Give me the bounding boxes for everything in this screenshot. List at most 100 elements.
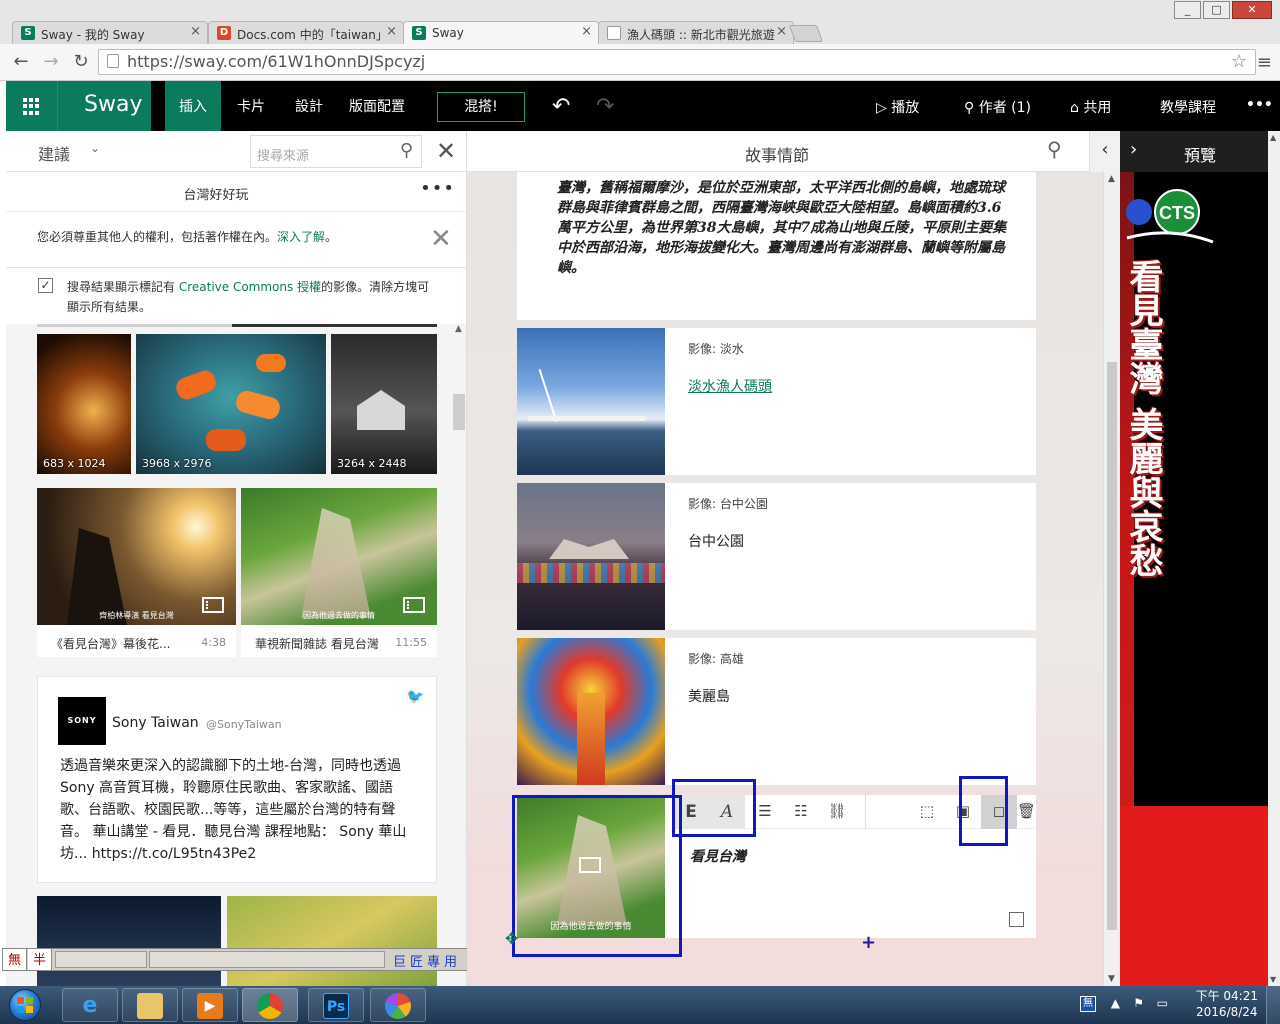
search-icon[interactable]: ⚲ (400, 140, 413, 161)
tray-arrow-icon[interactable]: ▲ (1111, 996, 1120, 1010)
share-button[interactable]: ⌂ 共用 (1070, 81, 1111, 131)
bulleted-list-icon[interactable]: ☰ (747, 795, 783, 829)
collapse-preview-icon[interactable]: ‹ (1089, 131, 1120, 172)
cc-link[interactable]: Creative Commons 授權 (179, 280, 321, 294)
card-checkbox[interactable] (1009, 912, 1024, 927)
scroll-down-icon[interactable]: ▼ (1108, 974, 1115, 984)
delete-icon[interactable]: 🗑 (1017, 795, 1036, 829)
crop-icon[interactable]: ▣ (945, 795, 981, 829)
tutorial-button[interactable]: 教學課程 (1160, 81, 1216, 131)
focus-point-icon[interactable]: ⬚ (909, 795, 945, 829)
url-field[interactable]: https://sway.com/61W1hOnnDJSpcyzj ☆ (98, 49, 1256, 75)
taskbar-media[interactable]: ▶ (182, 988, 238, 1022)
close-window-button[interactable]: ✕ (1232, 1, 1272, 19)
minimize-button[interactable]: _ (1174, 1, 1201, 19)
video-caption[interactable]: 《看見台灣》幕後花... 4:38 (37, 625, 236, 657)
app-name[interactable]: Sway (57, 81, 151, 131)
show-desktop-button[interactable] (1266, 986, 1280, 1024)
back-icon[interactable]: ← (10, 51, 32, 72)
chevron-down-icon[interactable]: ⌄ (90, 141, 100, 155)
scroll-up-icon[interactable]: ▲ (1108, 174, 1115, 184)
close-icon[interactable]: × (386, 24, 397, 39)
taskbar-picasa[interactable] (370, 988, 426, 1022)
add-card-icon[interactable]: + (861, 932, 876, 953)
card-image[interactable] (517, 483, 665, 630)
close-pane-icon[interactable]: ✕ (436, 137, 456, 165)
tweet-card[interactable]: SONY Sony Taiwan @SonyTaiwan 🐦 透過音樂來更深入的… (37, 676, 437, 883)
scroll-thumb[interactable] (1107, 362, 1117, 930)
app-launcher-button[interactable] (6, 81, 57, 131)
image-card[interactable]: 影像: 台中公園 台中公園 (517, 483, 1036, 630)
forward-icon[interactable]: → (40, 51, 62, 72)
play-button[interactable]: ▷ 播放 (876, 81, 919, 131)
accent-button[interactable]: A (709, 795, 745, 829)
suggestions-dropdown[interactable]: 建議 (38, 141, 70, 165)
new-tab-button[interactable] (788, 25, 824, 42)
page-info-icon[interactable] (107, 54, 119, 68)
reload-icon[interactable]: ↻ (70, 51, 92, 72)
image-result[interactable] (37, 896, 221, 986)
close-icon[interactable]: × (190, 24, 201, 39)
tab-layout[interactable]: 版面配置 (346, 81, 408, 131)
scroll-thumb[interactable] (453, 394, 465, 430)
learn-more-link[interactable]: 深入了解 (277, 230, 325, 244)
expand-preview-icon[interactable]: › (1130, 139, 1137, 160)
image-result[interactable]: 683 x 1024 (37, 334, 131, 474)
maximize-button[interactable]: □ (1203, 1, 1230, 19)
numbered-list-icon[interactable]: ☷ (783, 795, 819, 829)
card-image[interactable] (517, 638, 665, 785)
link-icon[interactable]: ⛓ (819, 795, 855, 829)
text-card[interactable]: 臺灣，舊稱福爾摩沙，是位於亞洲東部，太平洋西北側的島嶼，地處琉球群島與菲律賓群島… (517, 172, 1036, 320)
results-scrollbar[interactable]: ▲ (453, 324, 466, 986)
taskbar-ie[interactable]: e (62, 988, 118, 1022)
tab-design[interactable]: 設計 (288, 81, 330, 131)
drag-handle-icon[interactable]: ✥ (505, 929, 527, 951)
taskbar-photoshop[interactable]: Ps (308, 988, 364, 1022)
browser-tab-my-sway[interactable]: S Sway - 我的 Sway × (12, 21, 208, 44)
emphasis-button[interactable]: E (673, 795, 709, 829)
storyline-scrollbar[interactable]: ▲ ▼ (1103, 172, 1120, 986)
more-icon[interactable]: ••• (420, 178, 455, 199)
intro-paragraph[interactable]: 臺灣，舊稱福爾摩沙，是位於亞洲東部，太平洋西北側的島嶼，地處琉球群島與菲律賓群島… (557, 178, 1007, 278)
scroll-down-icon[interactable]: ▼ (1270, 975, 1276, 984)
browser-menu-icon[interactable]: ≡ (1257, 52, 1272, 73)
browser-tab-fishermans-wharf[interactable]: 漁人碼頭 :: 新北市觀光旅遊 × (598, 21, 794, 44)
close-icon[interactable]: × (581, 24, 592, 39)
cc-checkbox[interactable]: ✓ (38, 278, 53, 293)
video-result[interactable]: 齊柏林導演 看見台灣 (37, 488, 236, 625)
authors-button[interactable]: ⚲ 作者 (1) (964, 81, 1031, 131)
preview-label[interactable]: 預覽 (1184, 142, 1216, 166)
tab-cards[interactable]: 卡片 (231, 81, 271, 131)
ime-mode-button[interactable]: 無 (3, 949, 27, 970)
taskbar-chrome[interactable] (242, 988, 298, 1022)
dismiss-notice-icon[interactable]: ✕ (430, 224, 452, 254)
scroll-up-icon[interactable]: ▲ (455, 324, 462, 334)
card-video-thumbnail[interactable]: 因為他過去做的事情 (517, 795, 665, 938)
browser-tab-sway[interactable]: S Sway × (403, 21, 599, 44)
network-icon[interactable]: ▭ (1157, 996, 1168, 1010)
start-button[interactable] (3, 986, 47, 1024)
image-result[interactable] (227, 896, 437, 986)
bookmark-star-icon[interactable]: ☆ (1231, 51, 1247, 72)
card-caption-link[interactable]: 淡水漁人碼頭 (688, 376, 772, 396)
clock[interactable]: 下午 04:21 2016/8/24 (1196, 988, 1258, 1020)
tab-insert[interactable]: 插入 (165, 81, 221, 131)
taskbar-explorer[interactable] (122, 988, 178, 1022)
video-result[interactable]: 因為他過去做的事情 (241, 488, 437, 625)
redo-icon[interactable]: ↷ (596, 94, 614, 119)
card-caption[interactable]: 美麗島 (688, 686, 730, 706)
ime-width-button[interactable]: 半 (28, 949, 52, 970)
source-search-input[interactable]: 搜尋來源 ⚲ (250, 135, 422, 168)
flag-icon[interactable]: ⚑ (1133, 996, 1144, 1010)
image-result[interactable]: 3968 x 2976 (136, 334, 326, 474)
image-card[interactable]: 影像: 淡水 淡水漁人碼頭 (517, 328, 1036, 475)
more-options-icon[interactable]: ••• (1246, 81, 1273, 131)
browser-tab-docs[interactable]: D Docs.com 中的「taiwan」 × (208, 21, 404, 44)
search-icon[interactable]: ⚲ (1047, 137, 1062, 161)
card-image[interactable] (517, 328, 665, 475)
ime-tray-icon[interactable]: 無 (1080, 996, 1096, 1012)
image-result[interactable]: 3264 x 2448 (331, 334, 437, 474)
remix-button[interactable]: 混搭! (437, 92, 525, 122)
undo-icon[interactable]: ↶ (552, 94, 570, 119)
card-caption[interactable]: 台中公園 (688, 531, 744, 551)
